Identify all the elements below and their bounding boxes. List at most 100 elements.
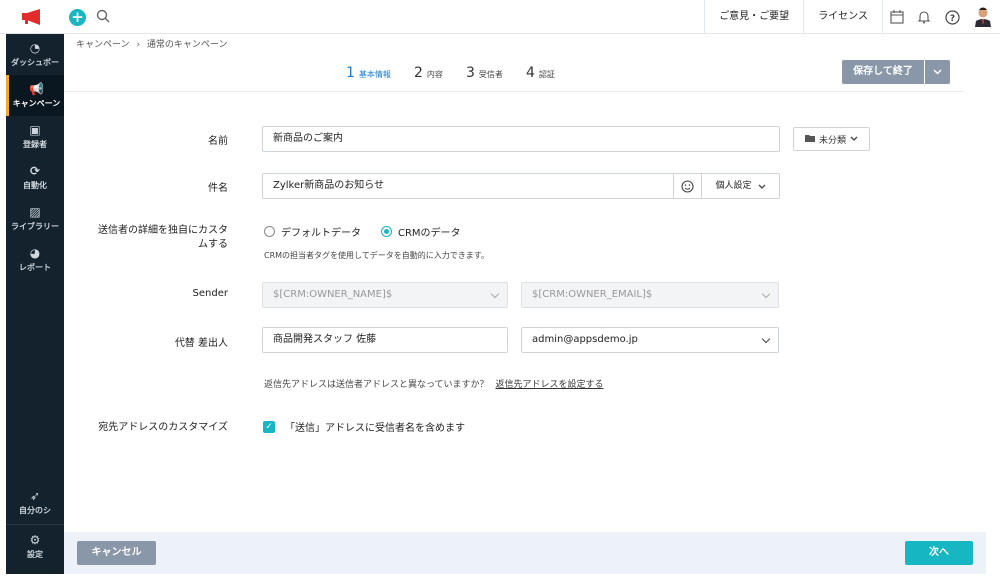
step-number: 1 [346, 65, 355, 81]
folder-dropdown[interactable]: 未分類 [793, 127, 870, 151]
sidebar-item-label: ライブラリー [11, 222, 59, 231]
radio-circle[interactable] [264, 226, 275, 237]
contact-card-icon: ▣ [29, 123, 41, 137]
pie-chart-icon: ◕ [29, 246, 41, 260]
sender-name-select: $[CRM:OWNER_NAME]$ [262, 282, 508, 308]
checkbox-checked[interactable]: ✓ [263, 420, 275, 433]
step-number: 2 [414, 65, 423, 81]
crm-hint-text: CRMの担当者タグを使用してデータを自動的に入力できます。 [264, 251, 490, 260]
sidebar-item-label: ダッシュボー [11, 58, 59, 67]
sender-name-value: $[CRM:OWNER_NAME]$ [273, 289, 393, 300]
include-recipient-name-label: 「送信」アドレスに受信者名を含めます [285, 423, 465, 434]
avatar[interactable] [966, 0, 1000, 34]
custom-sender-label-line1: 送信者の詳細を独自にカスタ [98, 225, 228, 236]
radio-circle-selected[interactable] [381, 226, 392, 237]
sidebar: ◔ ダッシュボー 📢 キャンペーン ▣ 登録者 ⟳ 自動化 ▨ ライブラリー ◕… [6, 34, 64, 574]
step-number: 3 [466, 65, 475, 81]
sidebar-item-campaigns[interactable]: 📢 キャンペーン [6, 75, 64, 116]
folder-label: 未分類 [818, 135, 846, 146]
chevron-down-icon [761, 334, 771, 344]
name-label: 名前 [208, 136, 228, 147]
image-icon: ▨ [29, 205, 41, 219]
radio-default-label: デフォルトデータ [281, 228, 361, 239]
alt-sender-name-input[interactable]: 商品開発スタッフ 佐藤 [262, 327, 508, 353]
sender-email-select: $[CRM:OWNER_EMAIL]$ [521, 282, 779, 308]
sidebar-item-label: キャンペーン [12, 99, 61, 108]
personalize-label: 個人設定 [715, 181, 752, 191]
search-icon[interactable] [96, 9, 112, 25]
save-and-exit-button[interactable]: 保存して終了 [842, 60, 950, 84]
step-number: 4 [526, 65, 535, 81]
megaphone-icon: 📢 [29, 82, 44, 96]
chevron-down-icon [490, 289, 500, 299]
feedback-link[interactable]: ご意見・ご要望 [704, 0, 803, 34]
save-and-exit-label: 保存して終了 [853, 66, 913, 77]
step-label: 受信者 [478, 70, 503, 79]
alt-sender-email-select[interactable]: admin@appsdemo.jp [521, 327, 779, 353]
automation-icon: ⟳ [29, 164, 41, 178]
sidebar-item-contacts[interactable]: ▣ 登録者 [6, 116, 64, 157]
custom-sender-label: 送信者の詳細を独自にカスタ ムする [84, 224, 228, 252]
sender-label: Sender [192, 288, 228, 299]
sender-email-value: $[CRM:OWNER_EMAIL]$ [532, 289, 653, 300]
to-custom-label: 宛先アドレスのカスタマイズ [98, 422, 228, 433]
radio-crm-label: CRMのデータ [398, 228, 461, 239]
next-button[interactable]: 次へ [905, 541, 973, 565]
breadcrumb-separator: › [136, 40, 141, 50]
emoji-icon[interactable] [673, 174, 701, 198]
sidebar-item-label: 自分のシ [19, 505, 51, 515]
help-icon[interactable]: ? [938, 0, 966, 34]
app-logo[interactable] [0, 0, 64, 34]
breadcrumb-root[interactable]: キャンペーン [76, 40, 130, 50]
chevron-down-icon [761, 289, 771, 299]
personalize-dropdown[interactable]: 個人設定 [701, 174, 779, 198]
custom-sender-label-line2: ムする [198, 239, 228, 250]
reply-to-row: 返信先アドレスは送信者アドレスと異なっていますか？ 返信先アドレスを設定する [264, 377, 603, 390]
subject-value: Zylker新商品のお知らせ [273, 180, 385, 191]
chevron-down-icon[interactable] [924, 60, 950, 84]
subject-label: 件名 [208, 183, 228, 194]
reply-to-question: 返信先アドレスは送信者アドレスと異なっていますか？ [264, 380, 489, 390]
radio-default-data[interactable]: デフォルトデータ [264, 224, 361, 239]
calendar-icon[interactable] [882, 0, 910, 34]
footer-bar: キャンセル 次へ [64, 532, 986, 574]
include-recipient-name-checkbox[interactable]: ✓ 「送信」アドレスに受信者名を含めます [263, 419, 465, 434]
step-recipients[interactable]: 3 受信者 [466, 65, 503, 81]
bell-icon[interactable] [910, 0, 938, 34]
radio-crm-data[interactable]: CRMのデータ [381, 224, 461, 239]
chevron-down-icon [850, 134, 858, 144]
name-input[interactable]: 新商品のご案内 [262, 126, 780, 152]
step-label: 基本情報 [358, 70, 391, 79]
create-plus-button[interactable]: + [69, 9, 86, 26]
sidebar-item-my-space[interactable]: ➶ 自分のシ [6, 480, 64, 524]
alt-sender-label: 代替 差出人 [174, 338, 228, 349]
chevron-down-icon [758, 184, 765, 189]
step-verification[interactable]: 4 認証 [526, 65, 555, 81]
sidebar-item-automation[interactable]: ⟳ 自動化 [6, 157, 64, 198]
dashboard-icon: ◔ [29, 41, 41, 55]
step-label: 認証 [538, 70, 555, 79]
rocket-icon: ➶ [29, 488, 41, 503]
wizard-steps: 1 基本情報 2 内容 3 受信者 4 認証 [64, 52, 964, 92]
cancel-button[interactable]: キャンセル [77, 541, 156, 565]
step-content[interactable]: 2 内容 [414, 65, 443, 81]
top-bar: + ご意見・ご要望 ライセンス ? [0, 0, 1000, 34]
main-content: キャンペーン › 通常のキャンペーン 1 基本情報 2 内容 3 受信者 4 認… [64, 34, 986, 574]
sidebar-item-dashboard[interactable]: ◔ ダッシュボー [6, 34, 64, 75]
folder-icon [804, 134, 815, 145]
license-link[interactable]: ライセンス [803, 0, 882, 34]
sidebar-item-label: 設定 [27, 550, 43, 559]
breadcrumb: キャンペーン › 通常のキャンペーン [76, 37, 227, 50]
sidebar-item-library[interactable]: ▨ ライブラリー [6, 198, 64, 239]
sidebar-item-settings[interactable]: ⚙ 設定 [6, 524, 64, 568]
set-reply-to-link[interactable]: 返信先アドレスを設定する [495, 380, 603, 390]
megaphone-logo-icon [22, 9, 40, 25]
gear-icon: ⚙ [29, 533, 41, 547]
subject-input[interactable]: Zylker新商品のお知らせ 個人設定 [262, 173, 780, 199]
alt-sender-email-value: admin@appsdemo.jp [532, 334, 638, 345]
sidebar-item-label: 登録者 [23, 140, 47, 149]
sidebar-item-reports[interactable]: ◕ レポート [6, 239, 64, 280]
step-basic-info[interactable]: 1 基本情報 [346, 65, 391, 81]
step-label: 内容 [426, 70, 443, 79]
sidebar-item-label: 自動化 [23, 181, 47, 190]
